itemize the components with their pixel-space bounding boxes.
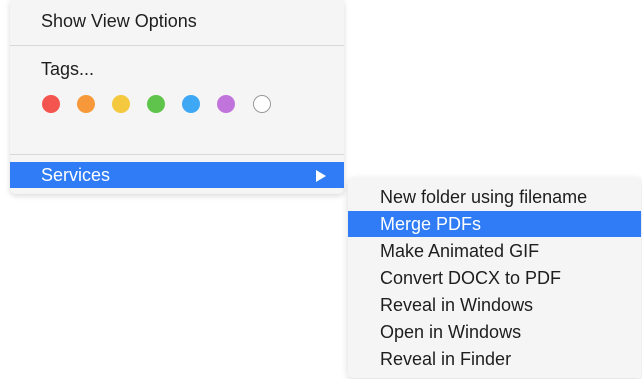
submenu-item-merge-pdfs[interactable]: Merge PDFs [348,211,641,237]
submenu-item-open-in-windows[interactable]: Open in Windows [348,319,641,345]
submenu-item-reveal-in-windows[interactable]: Reveal in Windows [348,292,641,318]
tag-none-icon[interactable] [253,95,271,113]
submenu-item-new-folder-using-filename[interactable]: New folder using filename [348,184,641,210]
menu-separator [10,154,344,155]
tag-orange-icon[interactable] [77,95,95,113]
menu-item-tags[interactable]: Tags... [10,57,344,81]
tag-green-icon[interactable] [147,95,165,113]
menu-item-services-label: Services [41,165,111,185]
tag-blue-icon[interactable] [182,95,200,113]
triangle-right-icon [316,170,326,182]
menu-item-show-view-options[interactable]: Show View Options [10,9,344,33]
menu-separator [10,45,344,46]
tag-red-icon[interactable] [42,95,60,113]
submenu-item-reveal-in-finder[interactable]: Reveal in Finder [348,346,641,372]
screen: Show View Options Tags... Services New f… [0,0,642,379]
submenu-item-make-animated-gif[interactable]: Make Animated GIF [348,238,641,264]
context-menu: Show View Options Tags... Services [10,0,344,194]
menu-item-services[interactable]: Services [10,162,344,188]
submenu-item-convert-docx-to-pdf[interactable]: Convert DOCX to PDF [348,265,641,291]
services-submenu: New folder using filename Merge PDFs Mak… [348,178,641,378]
tag-yellow-icon[interactable] [112,95,130,113]
tag-purple-icon[interactable] [217,95,235,113]
